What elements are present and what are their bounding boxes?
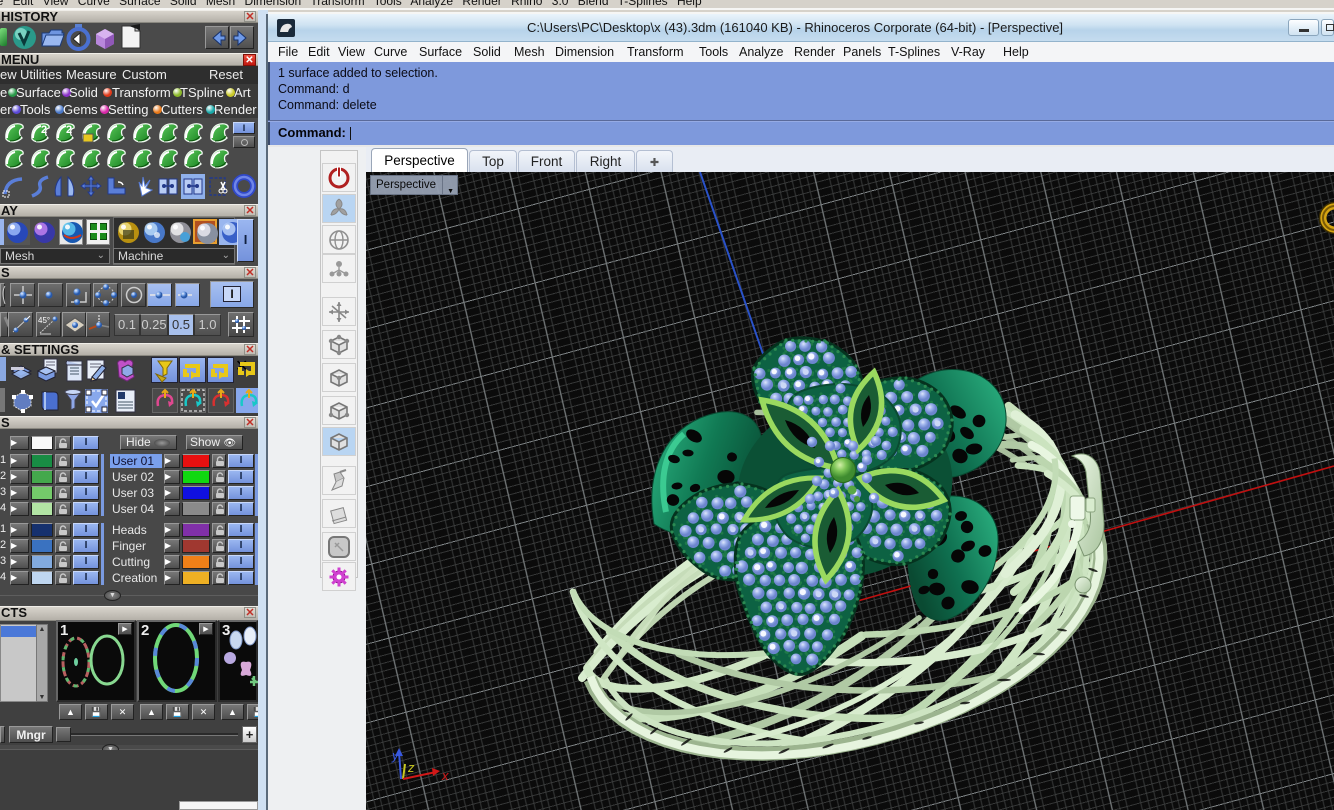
svg-text:z: z [407,760,415,775]
svg-text:45°: 45° [38,316,50,325]
svg-text:x: x [441,768,449,783]
svg-text:2: 2 [41,124,47,136]
svg-text:2: 2 [66,124,72,136]
